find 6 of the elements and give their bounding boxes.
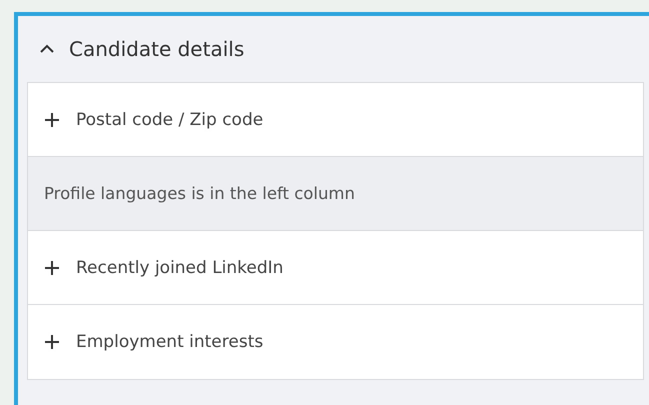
plus-icon bbox=[44, 260, 60, 276]
section-header[interactable]: Candidate details bbox=[27, 16, 244, 82]
info-note: Profile languages is in the left column bbox=[28, 157, 643, 231]
plus-icon bbox=[44, 334, 60, 350]
chevron-icon bbox=[39, 44, 55, 54]
plus-icon bbox=[44, 112, 60, 128]
